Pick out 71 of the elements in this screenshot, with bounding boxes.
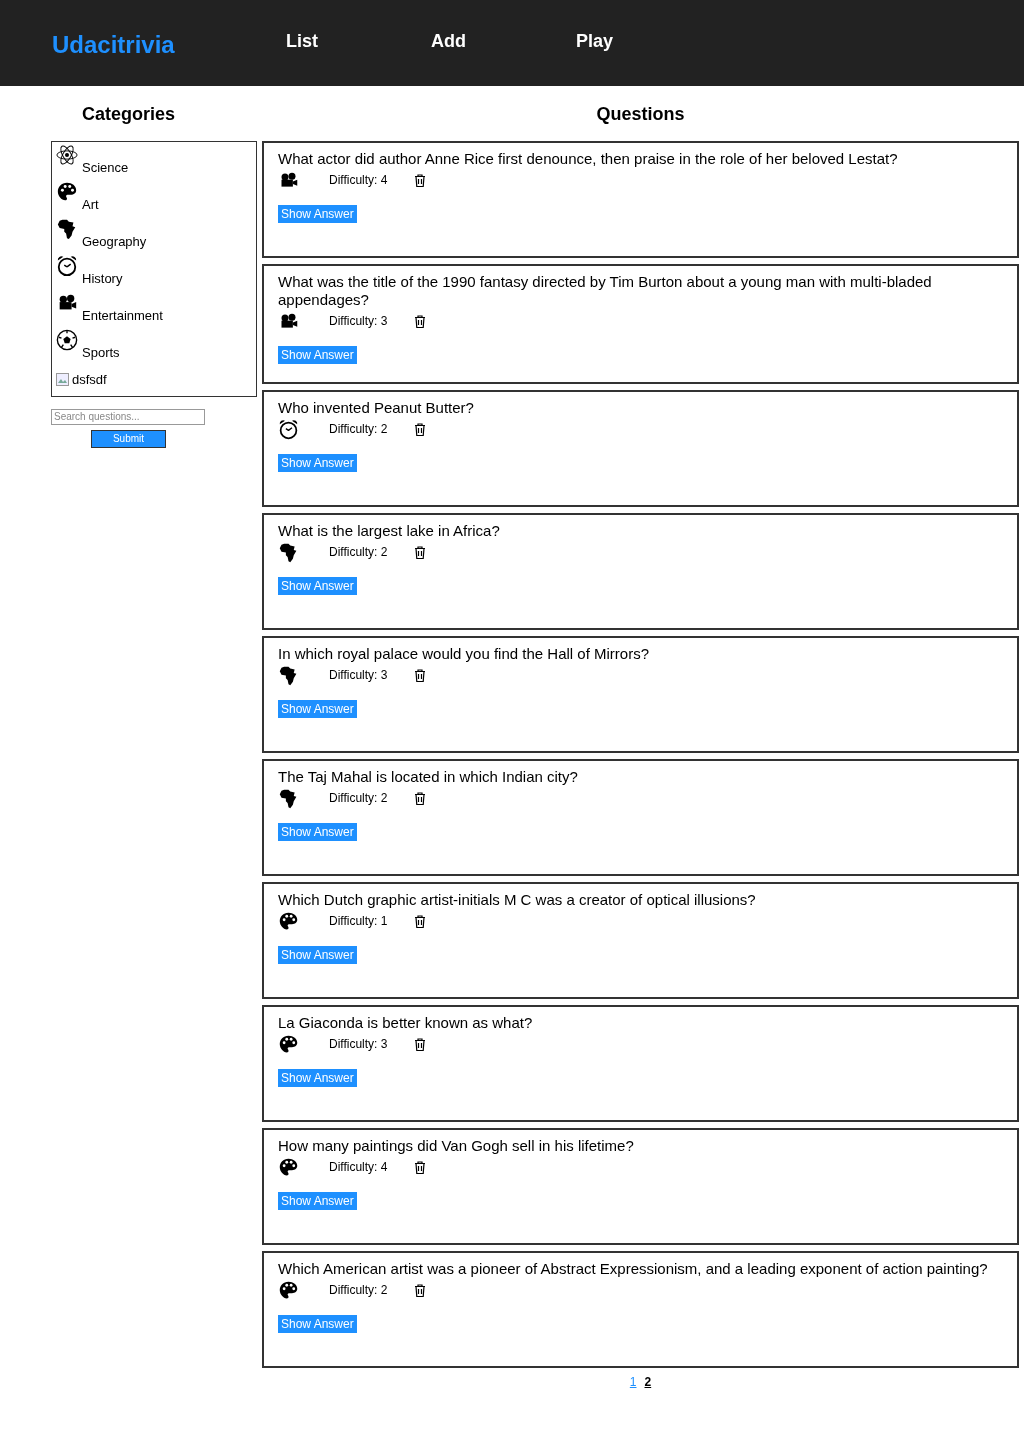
palette-icon bbox=[278, 1279, 299, 1301]
question-text: In which royal palace would you find the Hall of Mirrors? bbox=[278, 645, 650, 663]
show-answer-button[interactable]: Show Answer bbox=[278, 1315, 357, 1333]
alarm-clock-icon bbox=[278, 418, 299, 440]
categories-heading: Categories bbox=[81, 103, 177, 126]
question-text: La Giaconda is better known as what? bbox=[278, 1014, 534, 1032]
submit-button[interactable]: Submit bbox=[91, 429, 166, 448]
soccer-ball-icon bbox=[56, 329, 78, 351]
page-link[interactable]: 2 bbox=[644, 1373, 652, 1391]
difficulty-label: Difficulty: 3 bbox=[329, 667, 389, 684]
category-item[interactable]: Sports bbox=[56, 329, 256, 366]
category-item[interactable]: Art bbox=[56, 181, 256, 218]
trash-icon[interactable] bbox=[414, 914, 426, 928]
trash-icon[interactable] bbox=[414, 791, 426, 805]
show-answer-button[interactable]: Show Answer bbox=[278, 454, 357, 472]
palette-icon bbox=[56, 181, 78, 203]
trash-icon[interactable] bbox=[414, 314, 426, 328]
search-field[interactable]: Search questions... bbox=[51, 408, 205, 425]
category-item[interactable]: Entertainment bbox=[56, 292, 256, 329]
show-answer-button[interactable]: Show Answer bbox=[278, 577, 357, 595]
nav-link[interactable]: List bbox=[286, 27, 431, 55]
show-answer-button[interactable]: Show Answer bbox=[278, 823, 357, 841]
alarm-clock-icon bbox=[56, 255, 78, 277]
question-text: Which American artist was a pioneer of Abstract Expressionism, and a leading exponent of action painting? bbox=[278, 1260, 989, 1278]
trash-icon[interactable] bbox=[414, 545, 426, 559]
show-answer-button[interactable]: Show Answer bbox=[278, 1069, 357, 1087]
palette-icon bbox=[278, 1033, 299, 1055]
show-answer-button[interactable]: Show Answer bbox=[278, 700, 357, 718]
trash-icon[interactable] bbox=[414, 1160, 426, 1174]
question-text: Who invented Peanut Butter? bbox=[278, 399, 475, 417]
nav-link[interactable]: Play bbox=[576, 27, 721, 55]
trash-icon[interactable] bbox=[414, 668, 426, 682]
difficulty-label: Difficulty: 2 bbox=[329, 544, 389, 561]
category-item[interactable]: History bbox=[56, 255, 256, 292]
category-item[interactable]: dsfsdf bbox=[56, 370, 256, 390]
africa-icon bbox=[56, 218, 78, 240]
palette-icon bbox=[278, 910, 299, 932]
show-answer-button[interactable]: Show Answer bbox=[278, 1192, 357, 1210]
question-text: The Taj Mahal is located in which Indian city? bbox=[278, 768, 579, 786]
difficulty-label: Difficulty: 2 bbox=[329, 790, 389, 807]
trash-icon[interactable] bbox=[414, 1283, 426, 1297]
question-text: What was the title of the 1990 fantasy directed by Tim Burton about a young man with multi-bladed appendages? bbox=[278, 273, 933, 309]
app-logo[interactable]: Udacitrivia bbox=[52, 27, 286, 63]
atom-icon bbox=[56, 144, 78, 166]
questions-heading: Questions bbox=[595, 103, 686, 126]
difficulty-label: Difficulty: 4 bbox=[329, 172, 389, 189]
difficulty-label: Difficulty: 2 bbox=[329, 1282, 389, 1299]
difficulty-label: Difficulty: 3 bbox=[329, 1036, 389, 1053]
question-text: What actor did author Anne Rice first denounce, then praise in the role of her beloved Lestat? bbox=[278, 150, 899, 168]
africa-icon bbox=[278, 541, 299, 563]
broken-image-icon bbox=[56, 373, 69, 387]
difficulty-label: Difficulty: 1 bbox=[329, 913, 389, 930]
trash-icon[interactable] bbox=[414, 173, 426, 187]
nav-link[interactable]: Add bbox=[431, 27, 576, 55]
question-text: How many paintings did Van Gogh sell in his lifetime? bbox=[278, 1137, 635, 1155]
question-text: Which Dutch graphic artist-initials M C was a creator of optical illusions? bbox=[278, 891, 757, 909]
trash-icon[interactable] bbox=[414, 422, 426, 436]
question-text: What is the largest lake in Africa? bbox=[278, 522, 501, 540]
show-answer-button[interactable]: Show Answer bbox=[278, 946, 357, 964]
show-answer-button[interactable]: Show Answer bbox=[278, 346, 357, 364]
difficulty-label: Difficulty: 2 bbox=[329, 421, 389, 438]
show-answer-button[interactable]: Show Answer bbox=[278, 205, 357, 223]
difficulty-label: Difficulty: 3 bbox=[329, 313, 389, 330]
africa-icon bbox=[278, 664, 299, 686]
trash-icon[interactable] bbox=[414, 1037, 426, 1051]
africa-icon bbox=[278, 787, 299, 809]
palette-icon bbox=[278, 1156, 299, 1178]
category-item[interactable]: Geography bbox=[56, 218, 256, 255]
page-link[interactable]: 1 bbox=[629, 1373, 637, 1391]
category-item[interactable]: Science bbox=[56, 144, 256, 181]
difficulty-label: Difficulty: 4 bbox=[329, 1159, 389, 1176]
